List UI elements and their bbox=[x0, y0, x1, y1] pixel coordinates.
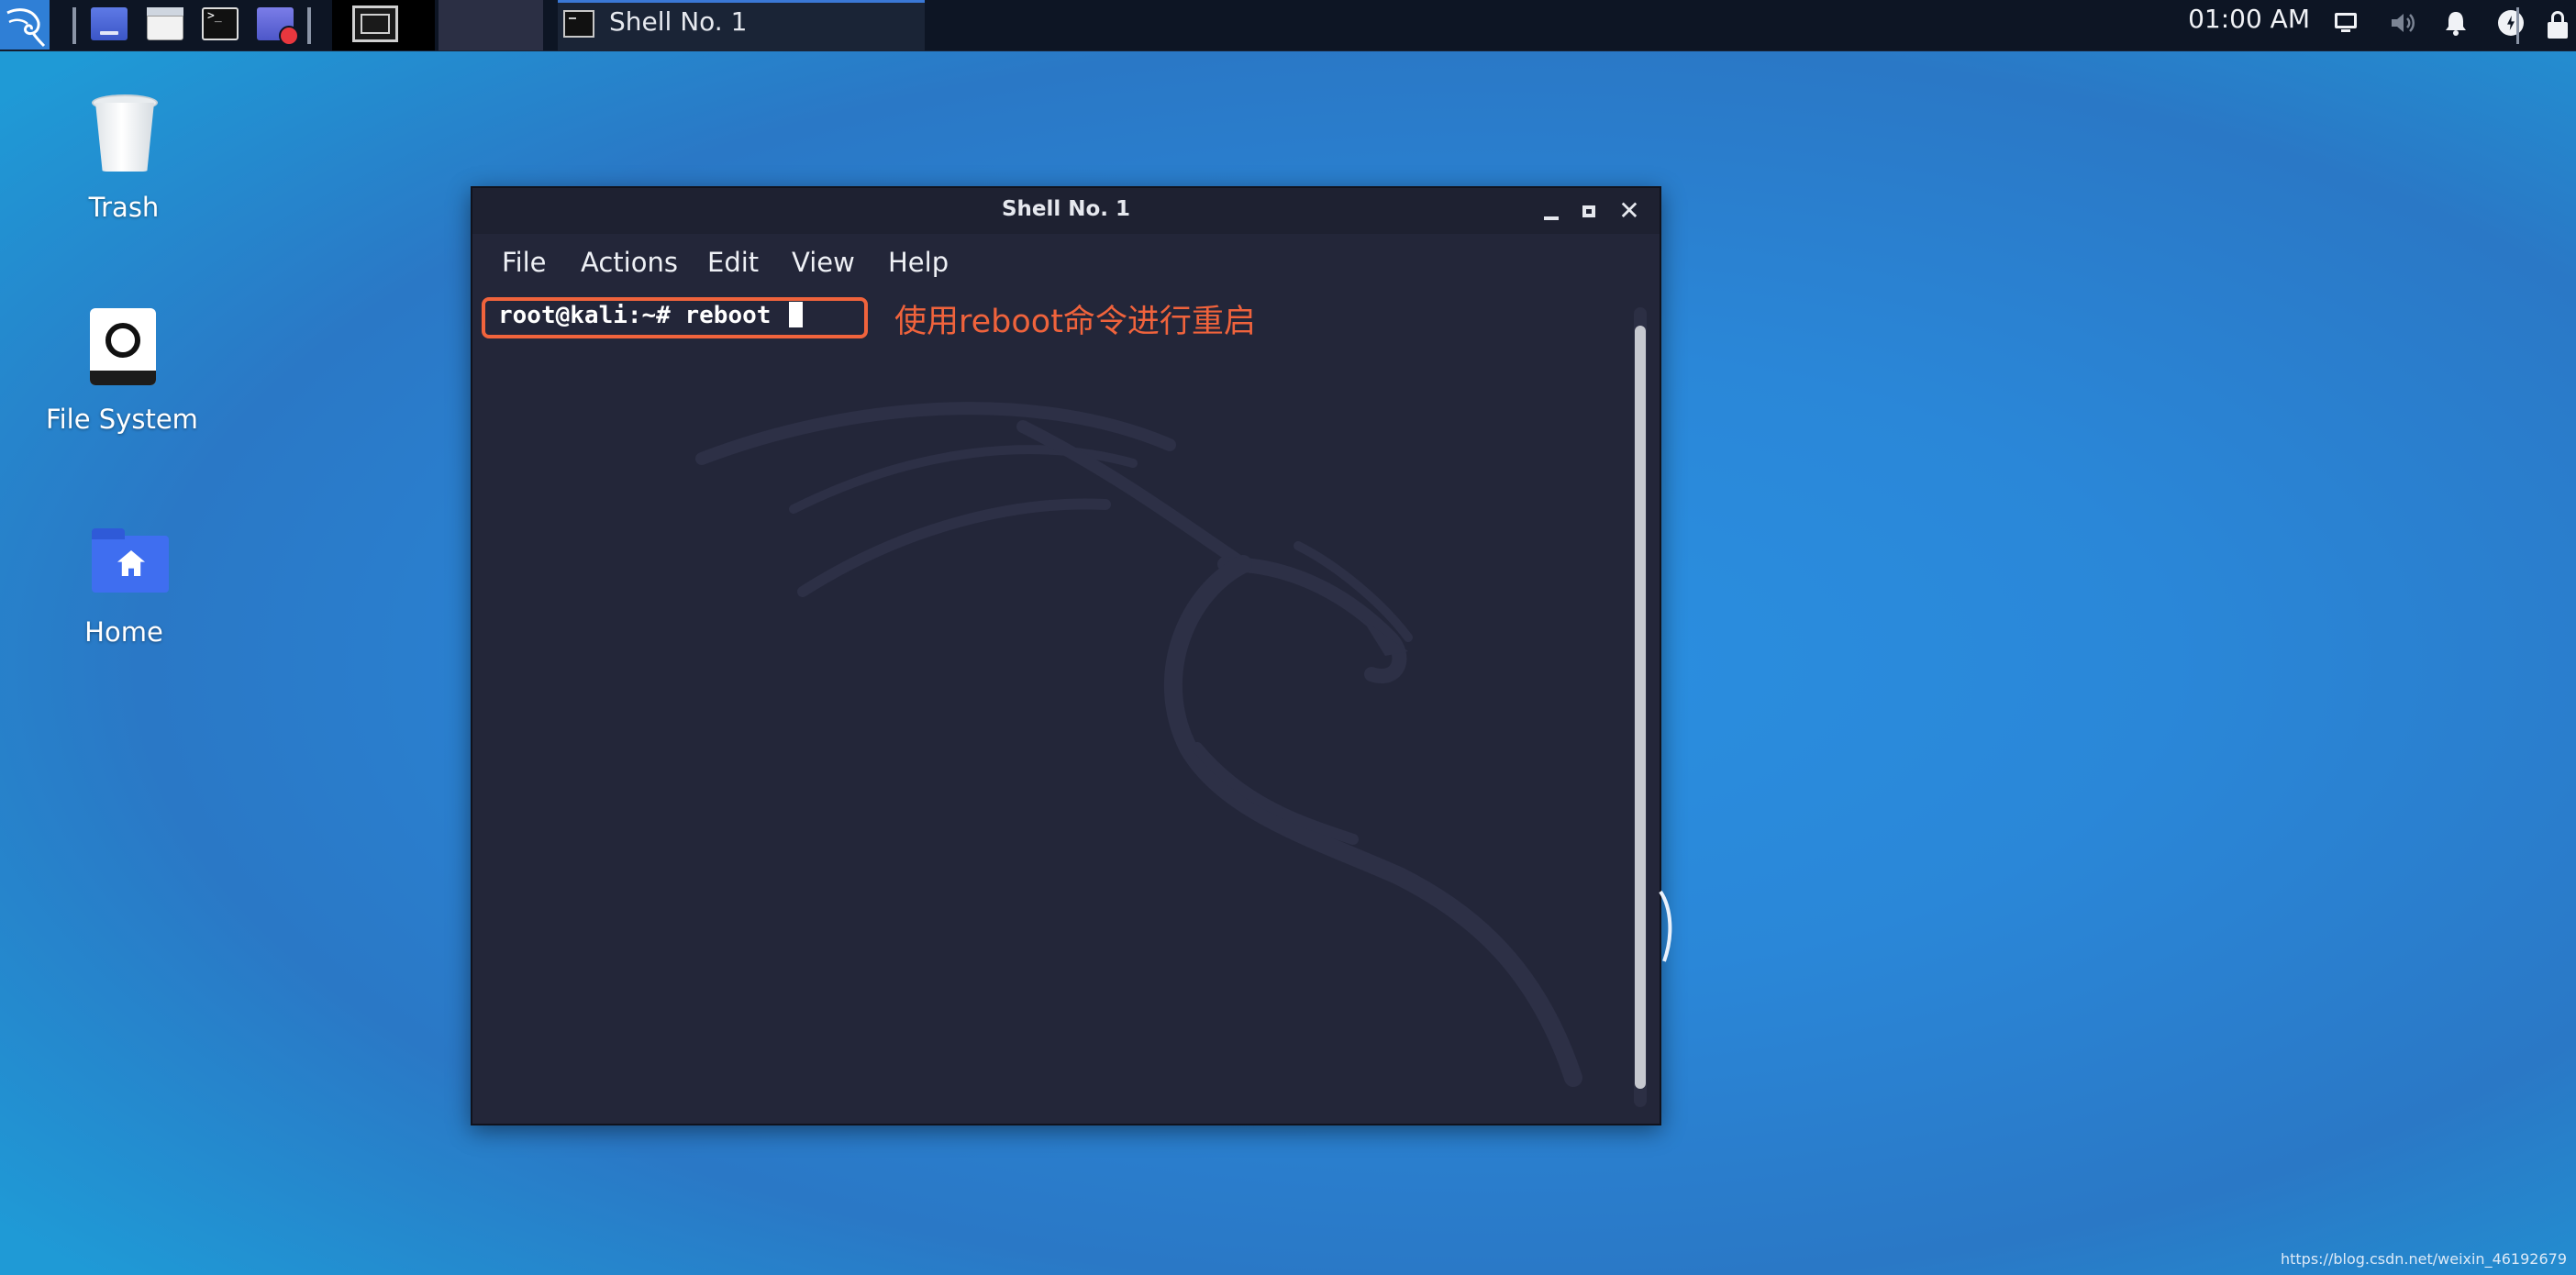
scrollbar-thumb[interactable] bbox=[1635, 326, 1646, 1089]
bell-icon[interactable] bbox=[2442, 9, 2470, 37]
taskbar-window-shell[interactable]: Shell No. 1 bbox=[558, 0, 925, 50]
menu-help[interactable]: Help bbox=[888, 247, 949, 278]
desktop-icon-home[interactable]: Home bbox=[37, 523, 211, 660]
window-titlebar[interactable]: Shell No. 1 ✕ bbox=[472, 188, 1660, 234]
bell-glyph bbox=[2446, 12, 2466, 36]
watermark-url: https://blog.csdn.net/weixin_46192679 bbox=[2280, 1250, 2567, 1268]
clock[interactable]: 01:00 AM bbox=[2188, 4, 2310, 34]
workspace-1[interactable] bbox=[332, 0, 435, 50]
power-icon[interactable] bbox=[2497, 9, 2525, 37]
file-manager-icon[interactable] bbox=[147, 7, 183, 40]
desktop-dragon-tail-glint bbox=[1659, 890, 1672, 962]
show-desktop-icon[interactable] bbox=[91, 7, 128, 40]
taskbar-window-title: Shell No. 1 bbox=[609, 6, 748, 37]
taskbar-separator bbox=[2516, 7, 2519, 44]
desktop-icon-label: Trash bbox=[88, 192, 160, 223]
taskbar-separator bbox=[72, 7, 76, 44]
menu-actions[interactable]: Actions bbox=[581, 247, 678, 278]
close-button[interactable]: ✕ bbox=[1617, 198, 1641, 224]
minimize-button[interactable] bbox=[1538, 199, 1562, 223]
taskbar: Shell No. 1 01:00 AM bbox=[0, 0, 2576, 51]
desktop-icon-label: Home bbox=[84, 616, 163, 648]
display-icon[interactable] bbox=[2333, 9, 2360, 37]
taskbar-separator bbox=[307, 7, 311, 44]
window-title: Shell No. 1 bbox=[1001, 197, 1131, 221]
desktop-icon-file-system[interactable]: File System bbox=[35, 308, 209, 446]
menu-edit[interactable]: Edit bbox=[707, 247, 759, 278]
trash-icon bbox=[92, 94, 158, 172]
desktop-icon-trash[interactable]: Trash bbox=[37, 94, 211, 232]
kali-dragon-icon bbox=[6, 8, 46, 48]
annotation-text: 使用reboot命令进行重启 bbox=[894, 304, 1256, 340]
drive-icon bbox=[90, 308, 156, 385]
lock-icon[interactable] bbox=[2539, 9, 2576, 39]
menubar: File Actions Edit View Help bbox=[472, 234, 1660, 289]
desktop-icon-label: File System bbox=[46, 404, 198, 435]
vertical-scrollbar[interactable] bbox=[1634, 307, 1647, 1107]
menu-file[interactable]: File bbox=[502, 247, 547, 278]
annotation-highlight-box bbox=[482, 297, 868, 338]
workspace-2[interactable] bbox=[439, 0, 543, 50]
maximize-button[interactable] bbox=[1577, 199, 1601, 223]
volume-icon[interactable] bbox=[2389, 9, 2416, 37]
terminal-icon bbox=[563, 10, 594, 38]
window-thumbnail-icon bbox=[352, 6, 398, 42]
volume-glyph bbox=[2392, 14, 2415, 32]
terminal-content[interactable]: root@kali:~# reboot bbox=[472, 289, 1660, 1124]
menu-view[interactable]: View bbox=[792, 247, 855, 278]
kali-menu-button[interactable] bbox=[0, 0, 50, 50]
screen-recorder-icon[interactable] bbox=[257, 7, 299, 46]
home-folder-icon bbox=[92, 528, 169, 593]
kali-dragon-watermark-icon bbox=[695, 402, 1582, 1087]
terminal-icon[interactable] bbox=[202, 7, 239, 40]
